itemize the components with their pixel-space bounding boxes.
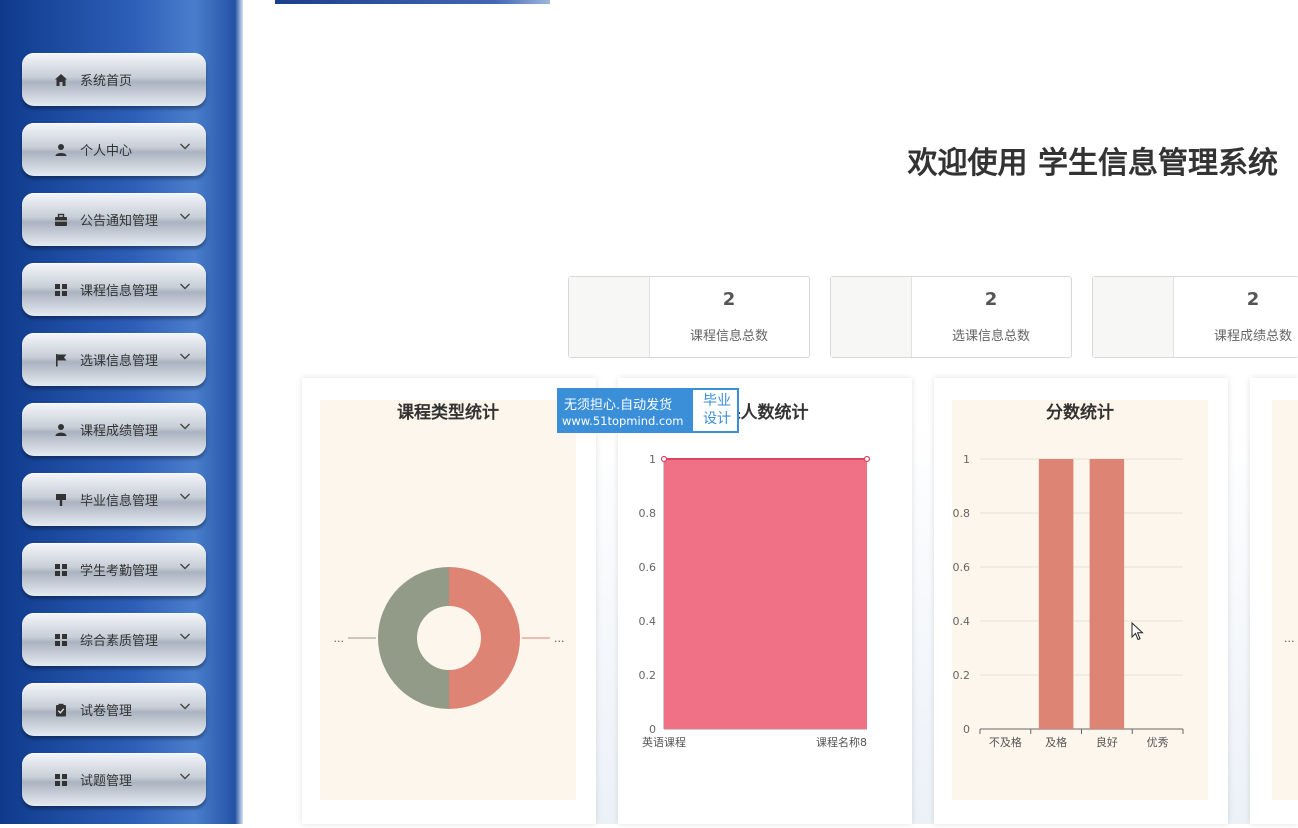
sidebar-item-7[interactable]: 毕业信息管理 (22, 473, 206, 526)
bar-2[interactable] (1038, 459, 1074, 729)
stat-value: 2 (1246, 289, 1260, 310)
sidebar-item-10[interactable]: 试卷管理 (22, 683, 206, 736)
y-tick-label: 0.2 (639, 669, 657, 682)
sidebar-item-label: 公告通知管理 (80, 214, 159, 229)
page-title: 欢迎使用 学生信息管理系统 (907, 146, 1278, 181)
sidebar-item-label: 试题管理 (80, 774, 133, 789)
y-tick-label: 0.8 (953, 507, 971, 520)
x-tick-label: 优秀 (1147, 736, 1169, 749)
chart-panel: ... (1272, 400, 1298, 800)
partial-pie-chart: ... (1284, 632, 1295, 645)
sidebar-item-11[interactable]: 试题管理 (22, 753, 206, 806)
x-tick-label: 课程名称8 (816, 735, 867, 749)
chart-panel: 分数统计 0 0.2 0.4 0.6 0.8 1 不及格 及格 良好 优秀 (952, 400, 1208, 800)
y-tick-label: 0.4 (953, 615, 971, 628)
chart-card-enrollment: 课人数统计 0 0.2 0.4 0.6 0.8 1 英语课程 课程名称8 (618, 378, 912, 824)
y-tick-label: 0.4 (639, 615, 657, 628)
sidebar-item-8[interactable]: 学生考勤管理 (22, 543, 206, 596)
top-accent-bar (275, 0, 550, 4)
sidebar-item-label: 课程成绩管理 (80, 424, 159, 439)
sidebar-item-label: 综合素质管理 (80, 634, 159, 649)
x-tick-label: 英语课程 (642, 735, 686, 749)
watermark-badge: 无须担心.自动发货 www.51topmind.com 毕业 设计 (557, 388, 739, 433)
sidebar-item-9[interactable]: 综合素质管理 (22, 613, 206, 666)
watermark-badge-top: 毕业 (703, 393, 731, 409)
bar-3[interactable] (1089, 459, 1125, 729)
mouse-cursor-icon (1131, 622, 1144, 641)
sidebar-item-label: 学生考勤管理 (80, 564, 159, 579)
watermark-text-box: 无须担心.自动发货 www.51topmind.com (559, 390, 693, 431)
chart-card-score: 分数统计 0 0.2 0.4 0.6 0.8 1 不及格 及格 良好 优秀 (934, 378, 1228, 824)
x-tick-label: 及格 (1045, 735, 1067, 749)
pie-slice-label: ... (334, 632, 345, 645)
y-tick-label: 0.2 (953, 669, 971, 682)
donut-chart: 课程类型统计...... (334, 402, 565, 709)
watermark-url: www.51topmind.com (562, 414, 684, 428)
watermark-badge-label: 毕业 设计 (697, 392, 737, 428)
sidebar-item-label: 选课信息管理 (80, 354, 159, 369)
x-tick-label: 良好 (1096, 735, 1118, 749)
chart-title: 课程类型统计 (397, 402, 499, 423)
sidebar-item-label: 系统首页 (80, 74, 133, 89)
y-tick-label: 0.6 (639, 561, 657, 574)
watermark-line1: 无须担心.自动发货 (564, 398, 673, 413)
stat-card-course-selection: 2 选课信息总数 (830, 276, 1072, 358)
stat-card-icon-area (569, 277, 650, 357)
stat-value: 2 (984, 289, 998, 310)
stat-label: 课程信息总数 (689, 329, 768, 344)
area-series (664, 459, 867, 729)
y-tick-label: 1 (649, 453, 656, 466)
pie-slice-label: ... (554, 632, 565, 645)
sidebar-item-label: 课程信息管理 (80, 284, 159, 299)
pie-slice-label: ... (1284, 632, 1295, 645)
stat-value: 2 (722, 289, 736, 310)
stat-label: 课程成绩总数 (1213, 329, 1292, 344)
sidebar-item-3[interactable]: 公告通知管理 (22, 193, 206, 246)
sidebar-item-5[interactable]: 选课信息管理 (22, 333, 206, 386)
y-tick-label: 0 (963, 723, 970, 736)
sidebar-item-6[interactable]: 课程成绩管理 (22, 403, 206, 456)
pie-slice-2[interactable] (378, 567, 449, 709)
sidebar-item-label: 毕业信息管理 (80, 494, 159, 509)
stat-card-icon-area (1093, 277, 1174, 357)
data-point[interactable] (863, 455, 871, 463)
chart-card-partial: ... (1250, 378, 1298, 824)
x-tick-label: 不及格 (989, 735, 1022, 749)
stat-card-course-scores: 2 课程成绩总数 (1092, 276, 1298, 358)
y-tick-label: 0.8 (639, 507, 657, 520)
stat-card-course-info: 2 课程信息总数 (568, 276, 810, 358)
area-chart: 课人数统计00.20.40.60.81英语课程 课程名称8 (639, 402, 871, 749)
sidebar-item-label: 个人中心 (80, 144, 133, 159)
stat-label: 选课信息总数 (951, 329, 1030, 344)
chart-card-course-type: 课程类型统计...... (302, 378, 596, 824)
chart-panel: 课程类型统计...... (320, 400, 576, 800)
y-tick-label: 1 (963, 453, 970, 466)
sidebar-item-2[interactable]: 个人中心 (22, 123, 206, 176)
pie-slice-1[interactable] (449, 567, 520, 709)
data-point[interactable] (660, 455, 668, 463)
sidebar-item-1[interactable]: 系统首页 (22, 53, 206, 106)
bar-chart: 分数统计 0 0.2 0.4 0.6 0.8 1 不及格 及格 良好 优秀 (953, 402, 1184, 749)
stat-card-icon-area (831, 277, 912, 357)
chart-title: 分数统计 (1046, 402, 1114, 423)
sidebar-item-label: 试卷管理 (80, 704, 133, 719)
y-tick-label: 0 (649, 723, 656, 736)
sidebar-item-4[interactable]: 课程信息管理 (22, 263, 206, 316)
y-tick-label: 0.6 (953, 561, 971, 574)
watermark-badge-bottom: 设计 (703, 411, 731, 427)
